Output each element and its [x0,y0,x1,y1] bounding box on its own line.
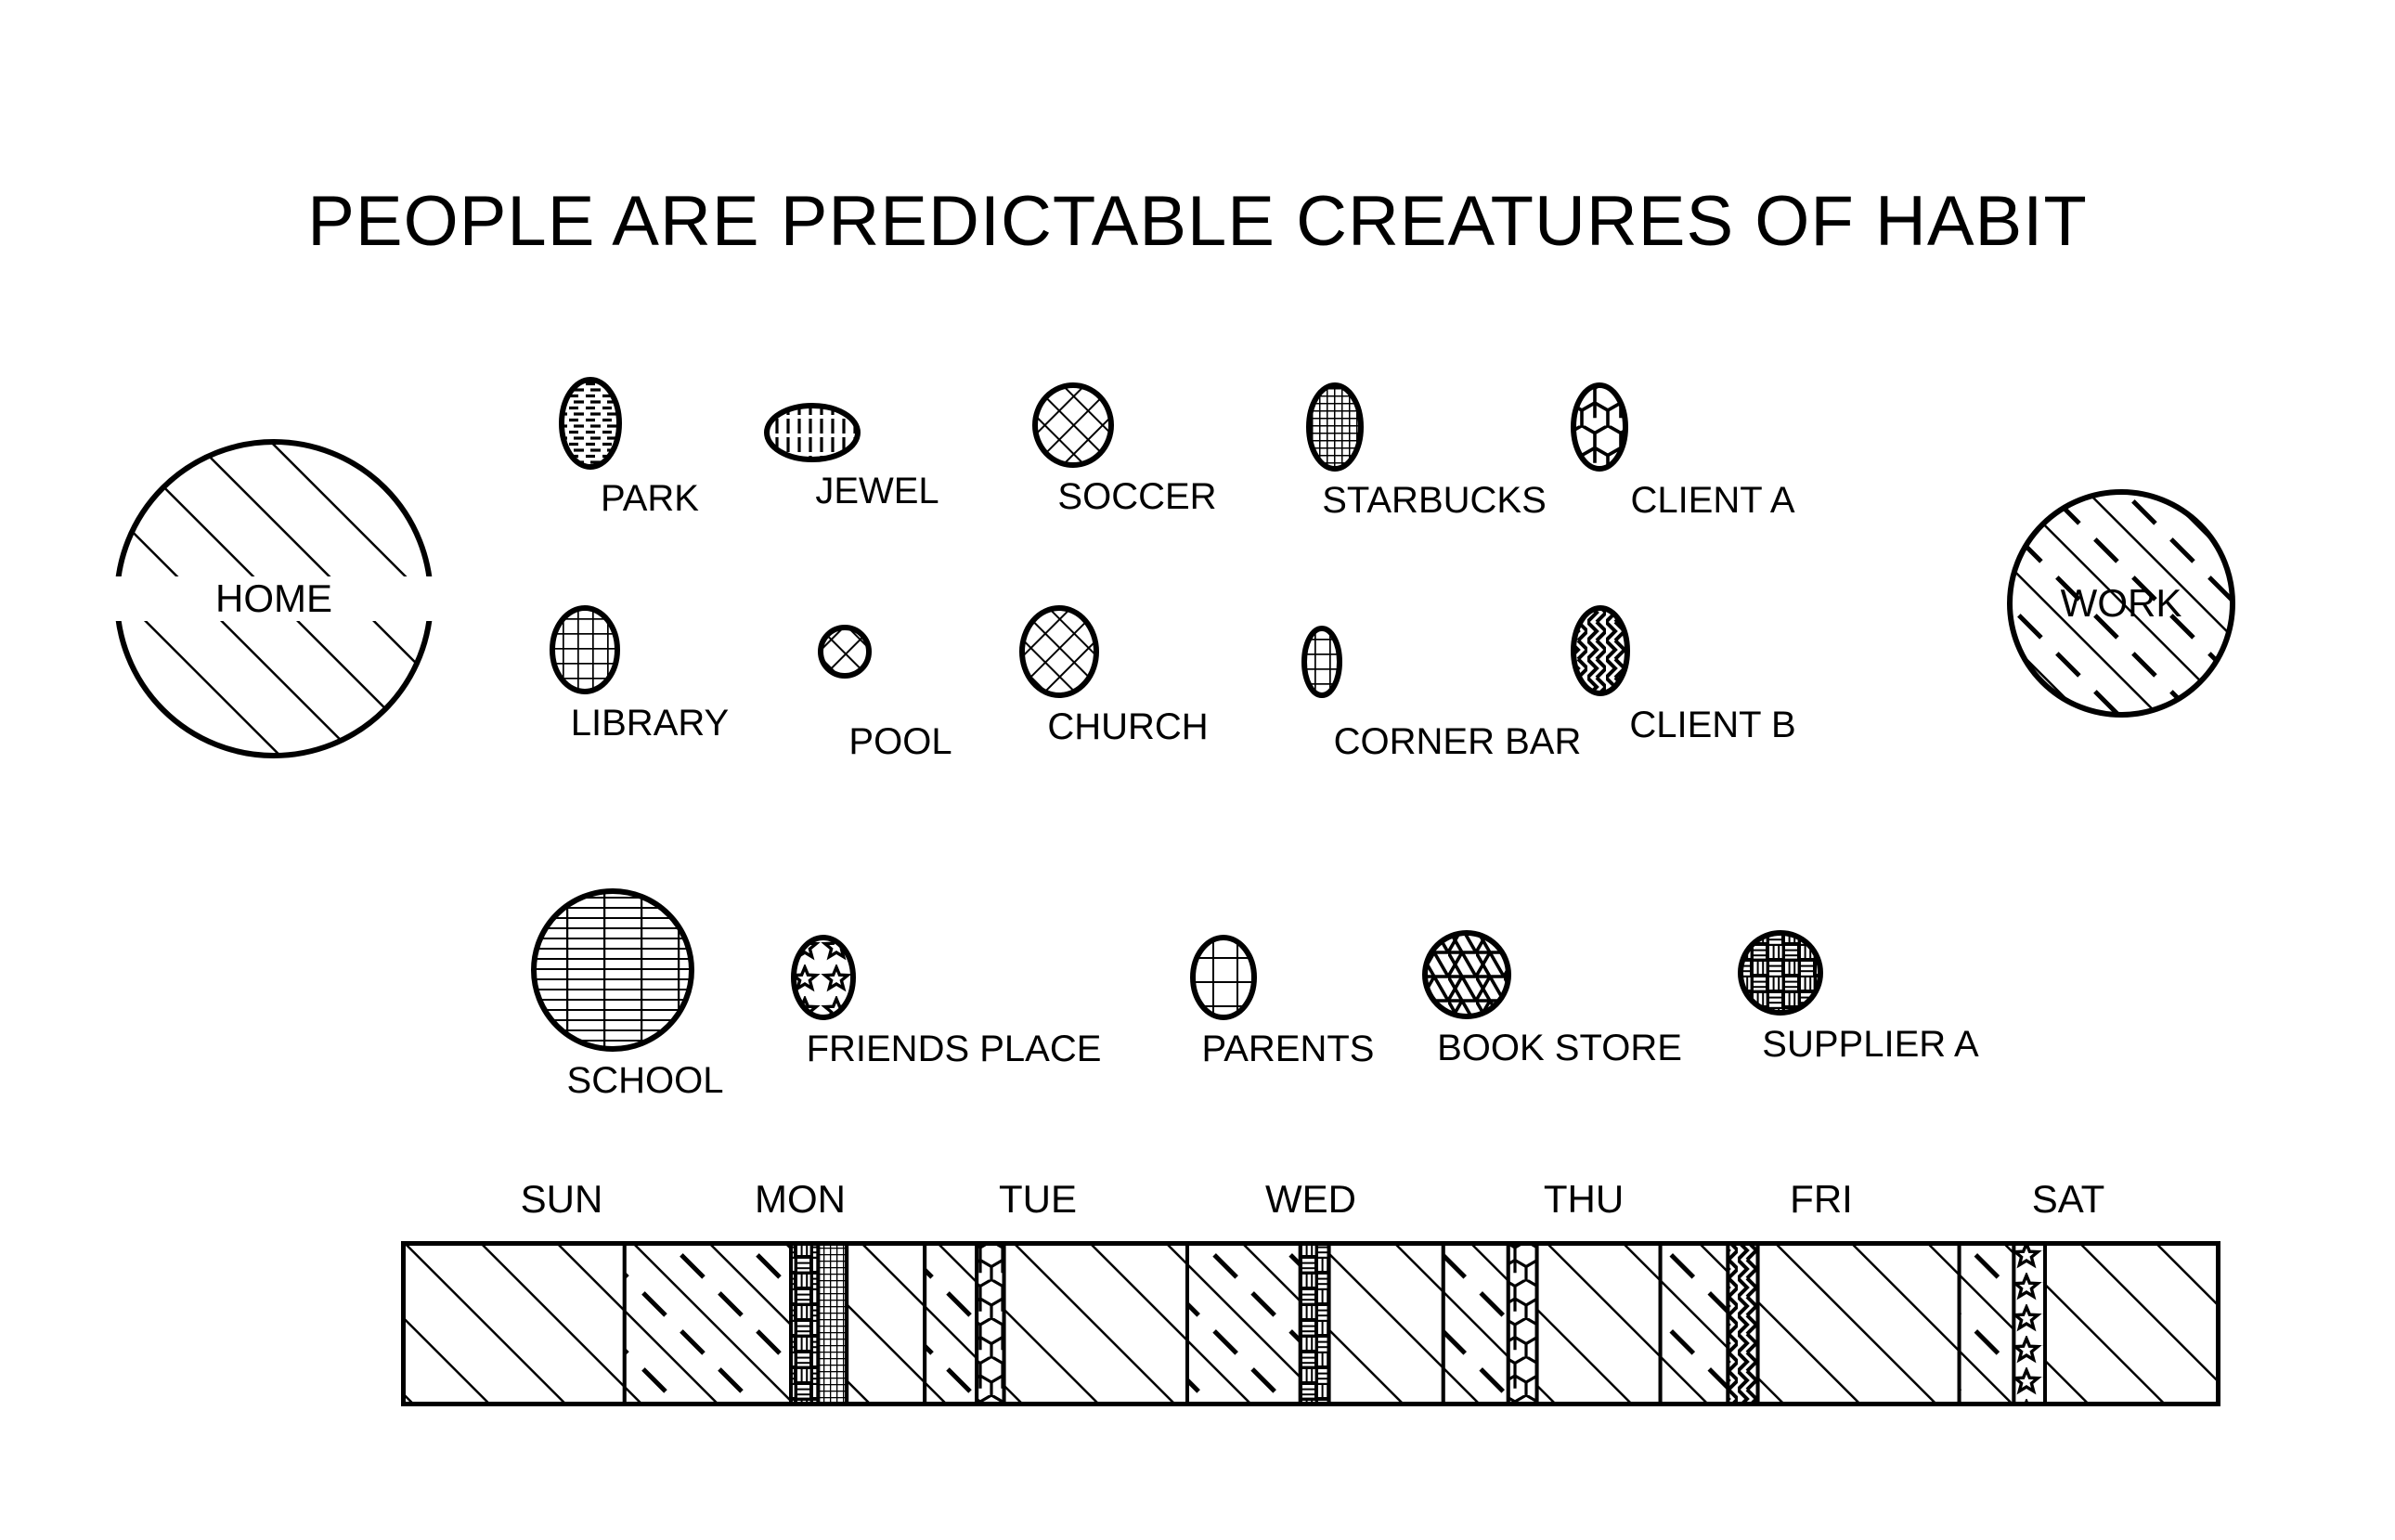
park-glyph [557,375,743,472]
library-label: LIBRARY [570,703,730,744]
day-label-mon: MON [755,1177,846,1221]
jewel-label: JEWEL [815,471,939,511]
book-store-glyph [1420,928,1699,1021]
home-circle-glyph: HOME [111,436,436,761]
church-glyph [1016,603,1239,700]
starbucks-glyph [1304,381,1564,473]
pool-glyph [817,624,984,679]
node-friends-place[interactable]: FRIENDS PLACE [789,933,1119,1070]
church-label: CHURCH [1047,706,1209,747]
day-label-sun: SUN [520,1177,603,1221]
day-label-tue: TUE [999,1177,1077,1221]
node-client-a[interactable]: CLIENT A [1569,381,1857,522]
book-store-label: BOOK STORE [1437,1028,1682,1068]
park-label: PARK [601,478,699,519]
timeline-border [401,1241,2220,1406]
starbucks-label: STARBUCKS [1322,480,1547,521]
client-b-glyph [1569,603,1857,698]
work-circle-glyph: WORK [2005,487,2237,719]
day-label-sat: SAT [2031,1177,2105,1221]
work-label: WORK [2060,581,2182,625]
friends-place-glyph [789,933,1119,1022]
node-home[interactable]: HOME [107,436,441,761]
soccer-label: SOCCER [1057,476,1217,517]
friends-place-label: FRIENDS PLACE [806,1029,1102,1069]
node-school[interactable]: SCHOOL [529,886,761,1102]
soccer-glyph [1030,381,1244,470]
page-title: PEOPLE ARE PREDICTABLE CREATURES OF HABI… [307,182,2088,261]
node-corner-bar[interactable]: CORNER BAR [1300,624,1615,763]
node-starbucks[interactable]: STARBUCKS [1304,381,1564,522]
node-church[interactable]: CHURCH [1016,603,1239,748]
parents-glyph [1188,933,1388,1022]
node-pool[interactable]: POOL [817,624,984,763]
node-client-b[interactable]: CLIENT B [1569,603,1857,746]
home-label: HOME [111,576,436,621]
node-supplier-a[interactable]: SUPPLIER A [1736,928,2005,1066]
node-parents[interactable]: PARENTS [1188,933,1388,1070]
school-glyph [529,886,761,1054]
pool-label: POOL [848,721,952,762]
supplier-a-label: SUPPLIER A [1762,1024,1979,1065]
node-library[interactable]: LIBRARY [548,603,752,744]
day-label-wed: WED [1265,1177,1356,1221]
day-label-fri: FRI [1790,1177,1853,1221]
corner-bar-glyph [1300,624,1615,700]
weekly-timeline[interactable] [401,1241,2220,1406]
client-a-glyph [1569,381,1857,473]
library-glyph [548,603,752,696]
figure-root: PEOPLE ARE PREDICTABLE CREATURES OF HABI… [0,0,2395,1540]
corner-bar-label: CORNER BAR [1333,721,1582,762]
node-work[interactable]: WORK [2005,487,2237,719]
node-jewel[interactable]: JEWEL [761,399,993,512]
node-book-store[interactable]: BOOK STORE [1420,928,1699,1069]
supplier-a-glyph [1736,928,2005,1017]
node-soccer[interactable]: SOCCER [1030,381,1244,518]
jewel-glyph [761,399,993,464]
school-label: SCHOOL [566,1060,724,1101]
client-a-label: CLIENT A [1630,480,1795,521]
client-b-label: CLIENT B [1629,705,1796,745]
node-park[interactable]: PARK [557,375,743,520]
parents-label: PARENTS [1201,1029,1375,1069]
day-label-thu: THU [1543,1177,1625,1221]
